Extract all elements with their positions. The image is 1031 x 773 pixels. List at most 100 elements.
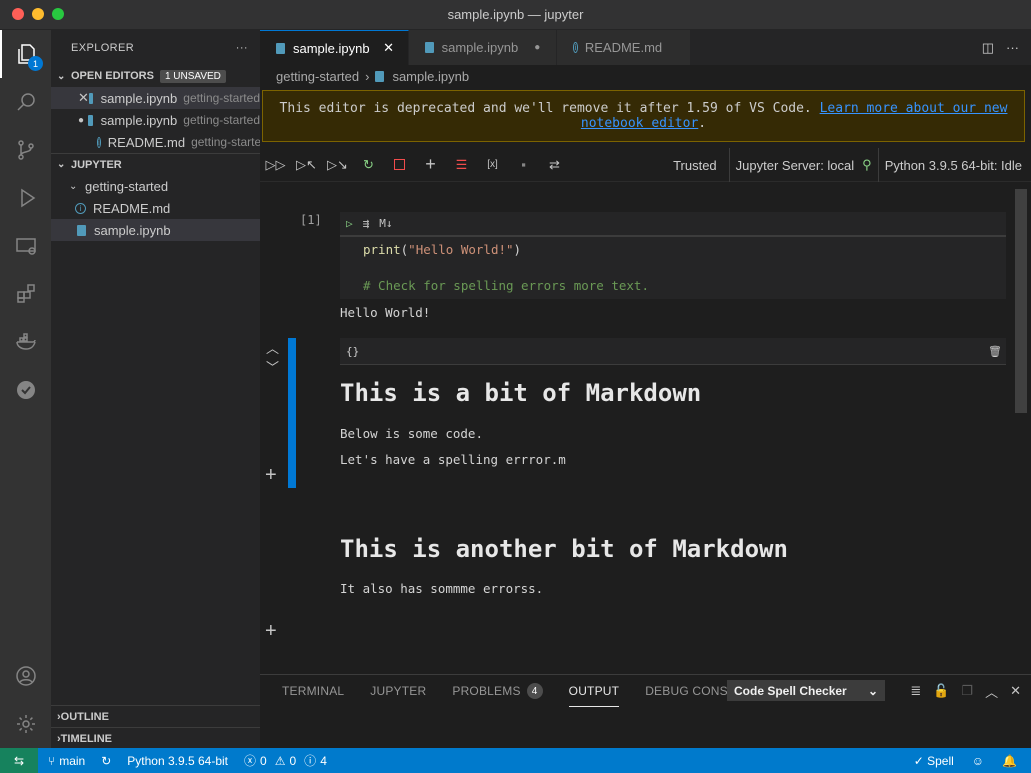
account-icon[interactable]	[0, 652, 51, 700]
code-cell[interactable]: ▷ ⇶ M↓ print("Hello World!") # Check for…	[340, 212, 1006, 299]
save-icon[interactable]: ▪	[508, 154, 539, 176]
trusted-status[interactable]: Trusted	[673, 158, 723, 173]
tab-sample-ipynb-active[interactable]: sample.ipynb ✕	[260, 30, 409, 65]
breadcrumb-file[interactable]: sample.ipynb	[392, 69, 469, 84]
kernel-status[interactable]: Python 3.9.5 64-bit: Idle	[885, 158, 1031, 173]
outline-section[interactable]: › OUTLINE	[51, 705, 260, 727]
jupyter-server-status[interactable]: Jupyter Server: local	[736, 158, 855, 173]
variables-icon[interactable]: [x]	[477, 154, 508, 176]
split-editor-icon[interactable]: ◫	[982, 40, 994, 56]
window-controls[interactable]	[12, 8, 64, 20]
info-icon: ⓘ	[304, 754, 317, 768]
run-above-icon[interactable]: ▷↖	[291, 154, 322, 176]
explorer-title: EXPLORER	[71, 41, 135, 54]
run-by-line-icon[interactable]: ⇶	[363, 217, 370, 230]
add-cell-icon[interactable]: +	[265, 620, 277, 643]
unsaved-dot-icon[interactable]: ●	[78, 115, 88, 126]
add-cell-icon[interactable]: +	[415, 154, 446, 176]
more-actions-icon[interactable]: ···	[1006, 40, 1019, 55]
delete-cell-icon[interactable]: 🗑	[988, 345, 1002, 358]
open-editors-section[interactable]: ⌄ OPEN EDITORS 1 UNSAVED	[51, 65, 260, 87]
branch-name: main	[59, 753, 86, 768]
chevron-down-icon: ⌄	[57, 70, 66, 82]
problems-summary[interactable]: ⓧ 0 ⚠ 0 ⓘ 4	[244, 752, 327, 769]
restart-kernel-icon[interactable]: ↻	[353, 154, 384, 176]
problems-count-badge: 4	[526, 683, 543, 699]
breadcrumb-folder[interactable]: getting-started	[276, 69, 359, 84]
markdown-toggle[interactable]: M↓	[379, 217, 392, 230]
editor-tab-bar: sample.ipynb ✕ sample.ipynb ● i README.m…	[260, 30, 1031, 65]
status-right: ✓ Spell ☺ 🔔	[914, 748, 1017, 773]
extensions-icon[interactable]	[0, 270, 51, 318]
clear-output-icon[interactable]: ≣	[910, 683, 921, 699]
feedback-icon[interactable]: ☺	[972, 754, 984, 768]
scrollbar-thumb[interactable]	[1015, 189, 1027, 413]
server-connected-icon: ⚲	[862, 157, 872, 172]
git-branch[interactable]: ⑂ main	[48, 754, 85, 768]
add-cell-icon[interactable]: +	[265, 464, 277, 487]
maximize-panel-icon[interactable]: ︿	[985, 682, 998, 701]
source-control-icon[interactable]	[0, 126, 51, 174]
more-actions-icon[interactable]: ···	[236, 42, 248, 54]
tab-terminal[interactable]: TERMINAL	[282, 675, 344, 707]
run-all-icon[interactable]: ▷▷	[260, 154, 291, 176]
warning-count: 0	[289, 753, 297, 768]
move-cell-down-icon[interactable]: ﹀	[266, 357, 279, 376]
notifications-bell-icon[interactable]: 🔔	[1002, 754, 1017, 768]
chevron-down-icon: ⌄	[867, 683, 878, 698]
close-window-button[interactable]	[12, 8, 24, 20]
open-editor-desc: getting-started	[183, 91, 260, 105]
search-icon[interactable]	[0, 78, 51, 126]
workspace-section[interactable]: ⌄ JUPYTER	[51, 153, 260, 175]
execution-count: [1]	[300, 213, 322, 227]
tab-readme[interactable]: i README.md	[557, 30, 692, 65]
open-editor-desc: getting-started	[191, 135, 260, 149]
close-tab-icon[interactable]: ✕	[382, 40, 396, 56]
remote-indicator-icon[interactable]: ⇆	[0, 748, 38, 773]
lock-scroll-icon[interactable]: 🔓	[933, 683, 949, 699]
tab-problems[interactable]: PROBLEMS 4	[452, 675, 543, 707]
banner-text: This editor is deprecated and we'll remo…	[279, 101, 812, 116]
maximize-window-button[interactable]	[52, 8, 64, 20]
unsaved-dot-icon[interactable]: ●	[530, 42, 544, 53]
branch-icon: ⑂	[48, 753, 56, 768]
banner-end: .	[698, 116, 707, 131]
file-item-sample[interactable]: sample.ipynb	[51, 219, 260, 241]
interrupt-kernel-icon[interactable]	[384, 154, 415, 176]
folder-item[interactable]: ⌄ getting-started	[51, 175, 260, 197]
open-log-icon[interactable]: ❐	[961, 683, 973, 699]
open-editor-item[interactable]: i README.md getting-started	[51, 131, 260, 153]
run-debug-icon[interactable]	[0, 174, 51, 222]
code-fn: print	[363, 242, 401, 257]
close-editor-icon[interactable]: ✕	[78, 90, 89, 106]
clear-outputs-icon[interactable]: ☰	[446, 154, 477, 176]
export-icon[interactable]: ⇄	[539, 154, 570, 176]
open-editor-item[interactable]: ● sample.ipynb getting-started	[51, 109, 260, 131]
settings-gear-icon[interactable]	[0, 700, 51, 748]
open-editors-label: OPEN EDITORS	[71, 70, 154, 82]
check-circle-icon[interactable]	[0, 366, 51, 414]
output-channel-select[interactable]: Code Spell Checker ⌄	[727, 680, 885, 701]
timeline-section[interactable]: › TIMELINE	[51, 727, 260, 749]
sync-icon[interactable]: ↻	[101, 754, 111, 768]
tab-sample-ipynb-unsaved[interactable]: sample.ipynb ●	[408, 30, 558, 65]
docker-icon[interactable]	[0, 318, 51, 366]
remote-explorer-icon[interactable]	[0, 222, 51, 270]
run-cell-icon[interactable]: ▷	[346, 217, 353, 230]
move-cell-up-icon[interactable]: ︿	[266, 338, 279, 357]
python-interpreter[interactable]: Python 3.9.5 64-bit	[127, 754, 228, 768]
unsaved-badge: 1 UNSAVED	[159, 69, 226, 83]
run-below-icon[interactable]: ▷↘	[322, 154, 353, 176]
notebook-file-icon	[77, 224, 86, 236]
code-braces-icon[interactable]: {}	[346, 345, 359, 358]
tab-output[interactable]: OUTPUT	[568, 675, 620, 707]
open-editor-item[interactable]: ✕ sample.ipynb getting-started	[51, 87, 260, 109]
tab-jupyter[interactable]: JUPYTER	[370, 675, 426, 707]
minimize-window-button[interactable]	[32, 8, 44, 20]
close-panel-icon[interactable]: ✕	[1010, 683, 1021, 699]
file-item-readme[interactable]: i README.md	[51, 197, 260, 219]
info-file-icon: i	[573, 42, 578, 53]
workspace-label: JUPYTER	[71, 158, 122, 171]
explorer-icon[interactable]: 1	[0, 30, 51, 78]
spell-checker-status[interactable]: ✓ Spell	[914, 754, 954, 768]
